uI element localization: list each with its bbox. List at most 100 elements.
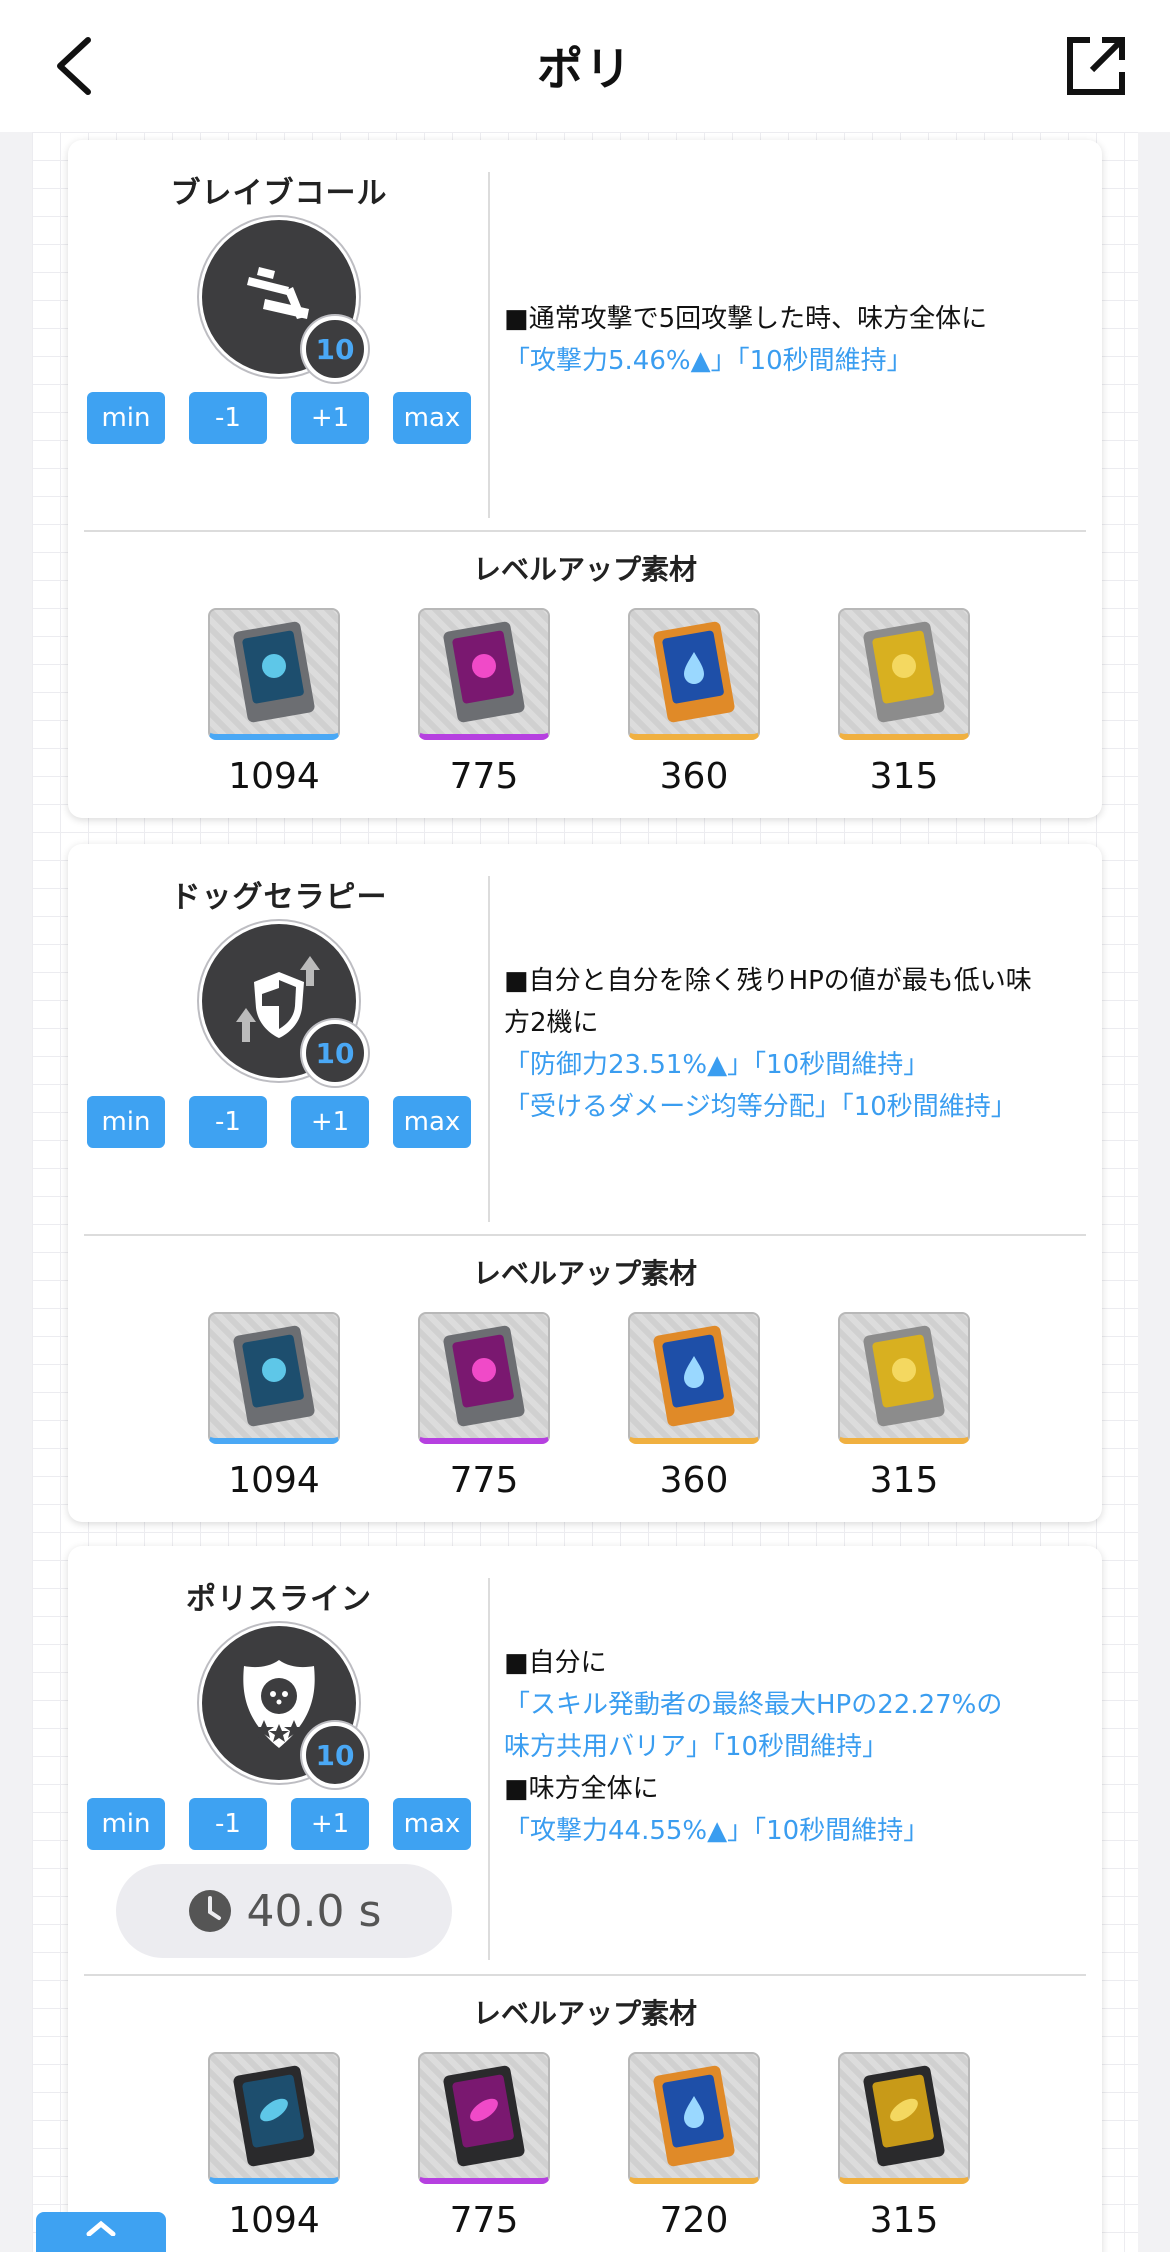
cooldown-timer: 40.0 s bbox=[116, 1864, 452, 1958]
level-decrease-button[interactable]: -1 bbox=[189, 392, 267, 444]
desc-line: ■通常攻撃で5回攻撃した時、味方全体に bbox=[504, 304, 988, 334]
material-chip-gold bbox=[838, 608, 970, 740]
material-count: 1094 bbox=[228, 756, 320, 797]
chip-icon bbox=[863, 1325, 945, 1427]
level-increase-button[interactable]: +1 bbox=[291, 1096, 369, 1148]
material-item[interactable]: 1094 bbox=[208, 608, 340, 797]
level-buttons: min -1 +1 max bbox=[87, 1798, 471, 1850]
desc-line: 「攻撃力44.55%▲」「10秒間維持」 bbox=[504, 1816, 930, 1846]
materials-title: レベルアップ素材 bbox=[472, 553, 697, 586]
skill-name: ポリスライン bbox=[186, 1582, 372, 1617]
material-count: 775 bbox=[449, 756, 519, 797]
level-decrease-button[interactable]: -1 bbox=[189, 1096, 267, 1148]
chip-icon bbox=[233, 621, 315, 723]
chip-icon bbox=[653, 621, 735, 723]
material-chip-blue bbox=[208, 608, 340, 740]
material-item[interactable]: 315 bbox=[838, 608, 970, 797]
chip-icon bbox=[443, 2065, 525, 2167]
materials-list: 1094 775 360 315 bbox=[208, 1312, 970, 1501]
desc-line: 方2機に bbox=[504, 1008, 599, 1038]
chip-icon bbox=[233, 1325, 315, 1427]
material-count: 360 bbox=[659, 756, 729, 797]
material-chip-purple bbox=[418, 608, 550, 740]
clock-icon bbox=[188, 1890, 231, 1932]
material-count: 315 bbox=[869, 2200, 939, 2241]
skill-name: ブレイブコール bbox=[170, 176, 388, 211]
skill-summary: ドッグセラピー 10 min -1 +1 max bbox=[68, 844, 490, 1148]
chip-icon bbox=[863, 621, 945, 723]
desc-line: ■味方全体に bbox=[504, 1774, 659, 1804]
material-item[interactable]: 720 bbox=[628, 2052, 760, 2241]
share-external-icon[interactable] bbox=[1064, 34, 1128, 98]
level-min-button[interactable]: min bbox=[87, 1096, 165, 1148]
level-max-button[interactable]: max bbox=[393, 392, 471, 444]
skill-level-badge: 10 bbox=[302, 1020, 368, 1086]
skill-card: ポリスライン 10 min -1 +1 max 40.0 s ■自分に 「スキル… bbox=[68, 1546, 1102, 2252]
skill-level-badge: 10 bbox=[302, 316, 368, 382]
material-chip-orange bbox=[628, 1312, 760, 1444]
material-chip-blue bbox=[208, 1312, 340, 1444]
chip-icon bbox=[653, 2065, 735, 2167]
level-min-button[interactable]: min bbox=[87, 1798, 165, 1850]
level-min-button[interactable]: min bbox=[87, 392, 165, 444]
chip-icon bbox=[653, 1325, 735, 1427]
desc-line: 「受けるダメージ均等分配」「10秒間維持」 bbox=[504, 1092, 1017, 1122]
level-increase-button[interactable]: +1 bbox=[291, 1798, 369, 1850]
level-max-button[interactable]: max bbox=[393, 1798, 471, 1850]
material-item[interactable]: 775 bbox=[418, 2052, 550, 2241]
level-increase-button[interactable]: +1 bbox=[291, 392, 369, 444]
material-chip-orange bbox=[628, 2052, 760, 2184]
material-count: 1094 bbox=[228, 2200, 320, 2241]
material-item[interactable]: 360 bbox=[628, 608, 760, 797]
skill-card: ブレイブコール 10 min -1 +1 max ■通常攻撃で5回攻撃した時、味… bbox=[68, 140, 1102, 818]
material-chip-blue bbox=[208, 2052, 340, 2184]
chip-icon bbox=[233, 2065, 315, 2167]
desc-line: 「スキル発動者の最終最大HPの22.27%の bbox=[504, 1690, 1003, 1720]
material-chip-orange bbox=[628, 608, 760, 740]
level-decrease-button[interactable]: -1 bbox=[189, 1798, 267, 1850]
skill-icon: 10 bbox=[202, 220, 368, 382]
material-item[interactable]: 1094 bbox=[208, 1312, 340, 1501]
skill-summary: ポリスライン 10 min -1 +1 max bbox=[68, 1546, 490, 1850]
material-count: 315 bbox=[869, 756, 939, 797]
skill-description: ■通常攻撃で5回攻撃した時、味方全体に 「攻撃力5.46%▲」「10秒間維持」 bbox=[504, 298, 1084, 382]
skill-name: ドッグセラピー bbox=[170, 880, 388, 915]
divider bbox=[84, 530, 1086, 532]
material-item[interactable]: 775 bbox=[418, 608, 550, 797]
material-count: 775 bbox=[449, 2200, 519, 2241]
skill-icon: 10 bbox=[202, 924, 368, 1086]
material-count: 775 bbox=[449, 1460, 519, 1501]
materials-list: 1094 775 360 315 bbox=[208, 608, 970, 797]
material-item[interactable]: 775 bbox=[418, 1312, 550, 1501]
material-count: 360 bbox=[659, 1460, 729, 1501]
scroll-to-top-button[interactable] bbox=[36, 2212, 166, 2252]
skill-level-badge: 10 bbox=[302, 1722, 368, 1788]
level-buttons: min -1 +1 max bbox=[87, 392, 471, 444]
materials-title: レベルアップ素材 bbox=[472, 1257, 697, 1290]
skill-description: ■自分に 「スキル発動者の最終最大HPの22.27%の 味方共用バリア」「10秒… bbox=[504, 1642, 1084, 1852]
material-item[interactable]: 1094 bbox=[208, 2052, 340, 2241]
skill-description: ■自分と自分を除く残りHPの値が最も低い味 方2機に 「防御力23.51%▲」「… bbox=[504, 960, 1084, 1128]
skill-summary: ブレイブコール 10 min -1 +1 max bbox=[68, 140, 490, 444]
desc-line: ■自分に bbox=[504, 1648, 607, 1678]
material-chip-purple bbox=[418, 2052, 550, 2184]
divider bbox=[488, 1578, 490, 1960]
level-max-button[interactable]: max bbox=[393, 1096, 471, 1148]
materials-list: 1094 775 720 315 bbox=[208, 2052, 970, 2241]
material-item[interactable]: 315 bbox=[838, 2052, 970, 2241]
material-item[interactable]: 360 bbox=[628, 1312, 760, 1501]
material-chip-gold bbox=[838, 1312, 970, 1444]
materials-title: レベルアップ素材 bbox=[472, 1997, 697, 2030]
chip-icon bbox=[443, 1325, 525, 1427]
divider bbox=[488, 876, 490, 1222]
cooldown-value: 40.0 s bbox=[246, 1885, 382, 1937]
material-count: 720 bbox=[659, 2200, 729, 2241]
page-title: ポリ bbox=[537, 42, 633, 96]
divider bbox=[488, 172, 490, 518]
back-icon[interactable] bbox=[48, 36, 108, 96]
skills-scroll-area[interactable]: ブレイブコール 10 min -1 +1 max ■通常攻撃で5回攻撃した時、味… bbox=[32, 132, 1138, 2252]
divider bbox=[84, 1234, 1086, 1236]
level-buttons: min -1 +1 max bbox=[87, 1096, 471, 1148]
material-item[interactable]: 315 bbox=[838, 1312, 970, 1501]
app-header: ポリ bbox=[0, 0, 1170, 132]
